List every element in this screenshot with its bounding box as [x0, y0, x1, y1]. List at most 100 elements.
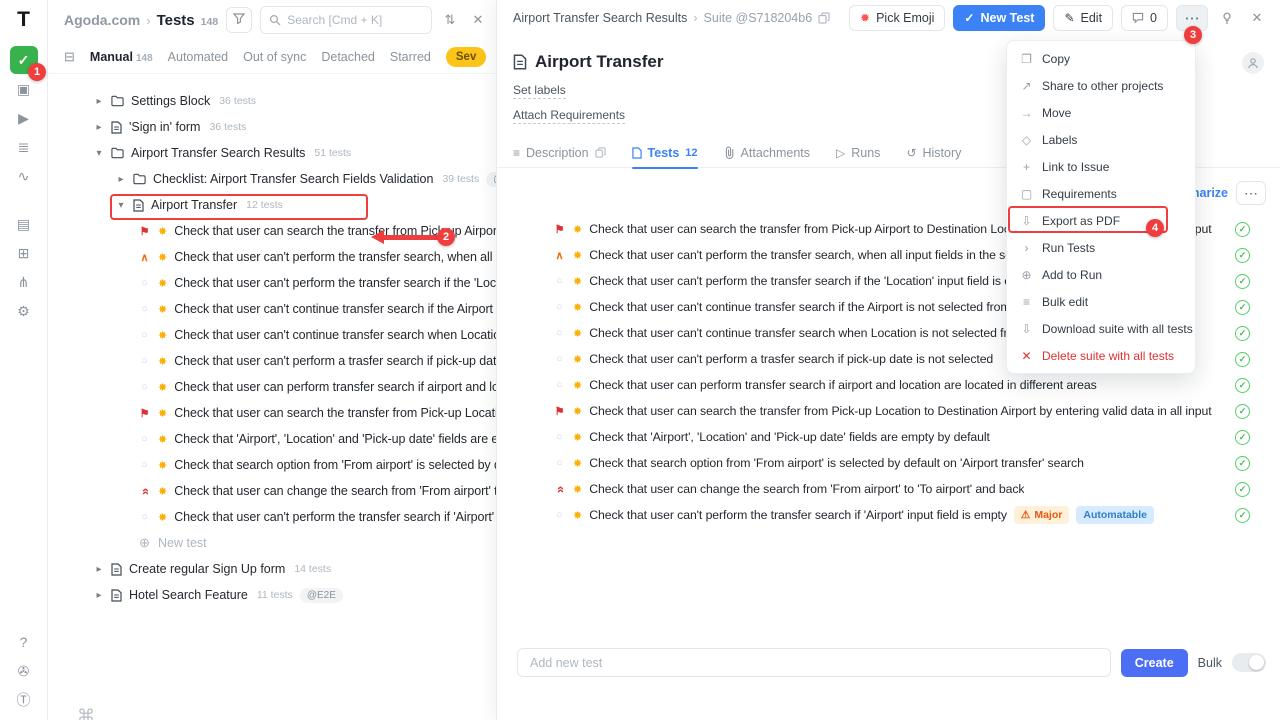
- bulk-toggle[interactable]: [1232, 653, 1266, 672]
- filter-button[interactable]: [226, 7, 252, 33]
- filter-tab-severity[interactable]: Sev: [446, 47, 486, 67]
- add-new-test-input[interactable]: [517, 648, 1111, 677]
- board-icon[interactable]: ⊟: [64, 49, 75, 65]
- test-row[interactable]: ○ ✸ Check that user can't perform the tr…: [497, 502, 1280, 528]
- tree-test-item[interactable]: ○ ✸ Check that user can't continue trans…: [48, 296, 496, 322]
- menu-requirements[interactable]: ▢ Requirements: [1007, 180, 1195, 207]
- status-passed-icon: ✓: [1235, 482, 1250, 497]
- chevron-right-icon[interactable]: ▸: [94, 96, 104, 107]
- tree-node-airport-transfer-search-results[interactable]: ▾ Airport Transfer Search Results 51 tes…: [48, 140, 496, 166]
- new-test-button-header[interactable]: ✓New Test: [953, 5, 1045, 31]
- tree-test-item[interactable]: ○ ✸ Check that user can't perform a tras…: [48, 348, 496, 374]
- test-row[interactable]: ○ ✸ Check that search option from 'From …: [497, 450, 1280, 476]
- filter-tab-out-of-sync[interactable]: Out of sync: [243, 50, 306, 64]
- test-row[interactable]: ○ ✸ Check that user can perform transfer…: [497, 372, 1280, 398]
- sort-button[interactable]: ⇅: [440, 7, 460, 33]
- reports-icon[interactable]: ▤: [10, 210, 38, 238]
- test-row[interactable]: ⚑ ✸ Check that user can search the trans…: [497, 398, 1280, 424]
- copy-icon[interactable]: [818, 12, 830, 24]
- video-icon[interactable]: ✇: [10, 657, 38, 685]
- test-title: Check that user can't perform a trasfer …: [589, 352, 993, 366]
- tree-test-item[interactable]: » ✸ Check that user can change the searc…: [48, 478, 496, 504]
- menu-add-to-run[interactable]: ⊕ Add to Run: [1007, 261, 1195, 288]
- tab-description[interactable]: ≡ Description: [513, 138, 606, 168]
- settings-icon[interactable]: ⚙: [10, 297, 38, 325]
- tree-test-item[interactable]: ∧ ✸ Check that user can't perform the tr…: [48, 244, 496, 270]
- menu-item-icon: ✕: [1020, 349, 1033, 363]
- tab-attachments[interactable]: Attachments: [724, 138, 810, 168]
- chevron-right-icon[interactable]: ▸: [94, 564, 104, 575]
- kebab-icon: ⋯: [1185, 9, 1200, 27]
- menu-export-pdf[interactable]: ⇩ Export as PDF: [1007, 207, 1195, 234]
- tests-count: 12: [685, 147, 697, 159]
- menu-share[interactable]: ↗ Share to other projects: [1007, 72, 1195, 99]
- tab-runs[interactable]: ▷ Runs: [836, 138, 880, 168]
- tree-test-item[interactable]: ○ ✸ Check that 'Airport', 'Location' and…: [48, 426, 496, 452]
- test-emoji-icon: ✸: [573, 327, 582, 340]
- breadcrumb-parent[interactable]: Airport Transfer Search Results: [513, 11, 687, 25]
- menu-item-icon: +: [1020, 160, 1033, 174]
- tree-node-sign-in-form[interactable]: ▸ 'Sign in' form 36 tests: [48, 114, 496, 140]
- create-button[interactable]: Create: [1121, 649, 1188, 677]
- test-row[interactable]: » ✸ Check that user can change the searc…: [497, 476, 1280, 502]
- comments-button[interactable]: 0: [1121, 5, 1168, 31]
- search-input[interactable]: [287, 13, 423, 27]
- filter-tab-starred[interactable]: Starred: [390, 50, 431, 64]
- product-logo-icon[interactable]: Ⓣ: [10, 686, 38, 714]
- tree-node-sign-up-form[interactable]: ▸ Create regular Sign Up form 14 tests: [48, 556, 496, 582]
- sort-icon: ⇅: [445, 12, 456, 28]
- close-panel-button[interactable]: ✕: [1246, 6, 1268, 30]
- menu-copy[interactable]: ❐ Copy: [1007, 45, 1195, 72]
- menu-delete-suite[interactable]: ✕ Delete suite with all tests: [1007, 342, 1195, 369]
- analytics-icon[interactable]: ∿: [10, 162, 38, 190]
- tree-test-item[interactable]: ○ ✸ Check that user can't continue trans…: [48, 322, 496, 348]
- menu-move[interactable]: → Move: [1007, 99, 1195, 126]
- tree-node-checklist[interactable]: ▸ Checklist: Airport Transfer Search Fie…: [48, 166, 496, 192]
- chevron-right-icon[interactable]: ▸: [116, 174, 126, 185]
- tree-test-item[interactable]: ⚑ ✸ Check that user can search the trans…: [48, 218, 496, 244]
- avatar[interactable]: [1242, 52, 1264, 74]
- menu-link-to-issue[interactable]: + Link to Issue: [1007, 153, 1195, 180]
- tab-history[interactable]: ↺ History: [906, 138, 961, 168]
- tree-node-hotel-search[interactable]: ▸ Hotel Search Feature 11 tests @E2E: [48, 582, 496, 608]
- chevron-right-icon[interactable]: ▸: [94, 590, 104, 601]
- collapse-panel-button[interactable]: ✕: [468, 7, 488, 33]
- tab-tests[interactable]: Tests 12: [632, 138, 698, 168]
- menu-bulk-edit[interactable]: ≡ Bulk edit: [1007, 288, 1195, 315]
- test-row[interactable]: ○ ✸ Check that 'Airport', 'Location' and…: [497, 424, 1280, 450]
- test-title: Check that user can't perform the transf…: [589, 508, 1007, 522]
- app-logo[interactable]: T: [17, 8, 30, 32]
- menu-run-tests[interactable]: › Run Tests: [1007, 234, 1195, 261]
- tree-test-item[interactable]: ○ ✸ Check that user can't perform the tr…: [48, 504, 496, 530]
- edit-button[interactable]: ✎Edit: [1053, 5, 1113, 31]
- filter-tab-automated[interactable]: Automated: [168, 50, 228, 64]
- branches-icon[interactable]: ⋔: [10, 268, 38, 296]
- runs-icon[interactable]: ▶: [10, 104, 38, 132]
- tree-node-settings-block[interactable]: ▸ Settings Block 36 tests: [48, 88, 496, 114]
- tree-node-airport-transfer[interactable]: ▾ Airport Transfer 12 tests: [48, 192, 496, 218]
- pick-emoji-button[interactable]: ✹Pick Emoji: [849, 5, 945, 31]
- help-icon[interactable]: ?: [10, 628, 38, 656]
- attach-requirements-link[interactable]: Attach Requirements: [513, 108, 625, 124]
- tree-test-item[interactable]: ○ ✸ Check that search option from 'From …: [48, 452, 496, 478]
- filter-tab-detached[interactable]: Detached: [321, 50, 375, 64]
- menu-labels[interactable]: ◇ Labels: [1007, 126, 1195, 153]
- plans-icon[interactable]: ≣: [10, 133, 38, 161]
- pin-button[interactable]: [1216, 6, 1238, 30]
- tests-more-actions-button[interactable]: ⋯: [1236, 181, 1266, 205]
- tree-test-item[interactable]: ○ ✸ Check that user can't perform the tr…: [48, 270, 496, 296]
- set-labels-link[interactable]: Set labels: [513, 83, 566, 99]
- tree-test-item[interactable]: ○ ✸ Check that user can perform transfer…: [48, 374, 496, 400]
- new-test-button[interactable]: ⊕ New test: [48, 530, 496, 556]
- copy-icon[interactable]: [595, 147, 606, 158]
- filter-tab-manual[interactable]: Manual148: [90, 50, 153, 64]
- dashboard-icon[interactable]: ⊞: [10, 239, 38, 267]
- project-name[interactable]: Agoda.com: [64, 12, 140, 28]
- chevron-right-icon[interactable]: ▸: [94, 122, 104, 133]
- menu-download-suite[interactable]: ⇩ Download suite with all tests: [1007, 315, 1195, 342]
- chevron-down-icon[interactable]: ▾: [116, 200, 126, 211]
- folder-icon: [111, 95, 124, 107]
- chevron-down-icon[interactable]: ▾: [94, 148, 104, 159]
- tests-total-count: 148: [201, 16, 219, 28]
- tree-test-item[interactable]: ⚑ ✸ Check that user can search the trans…: [48, 400, 496, 426]
